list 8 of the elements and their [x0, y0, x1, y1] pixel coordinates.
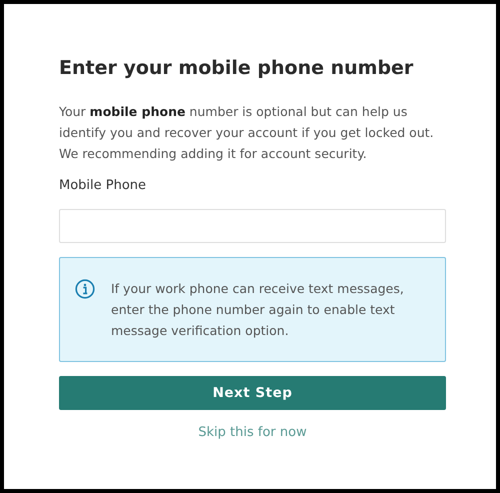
page-title: Enter your mobile phone number — [59, 56, 414, 80]
info-icon — [75, 279, 95, 299]
field-label: Mobile Phone — [59, 177, 146, 195]
phone-input-field[interactable] — [59, 209, 446, 243]
next-step-button[interactable]: Next Step — [59, 376, 446, 410]
description-text: Your mobile phone number is optional but can help us identify you and recover your account if you get locked out. We recommending adding it for account security. — [59, 103, 435, 163]
skip-link[interactable]: Skip this for now — [198, 424, 307, 442]
info-text: If your work phone can receive text messages, enter the phone number again to enable text message verification option. — [110, 280, 405, 340]
